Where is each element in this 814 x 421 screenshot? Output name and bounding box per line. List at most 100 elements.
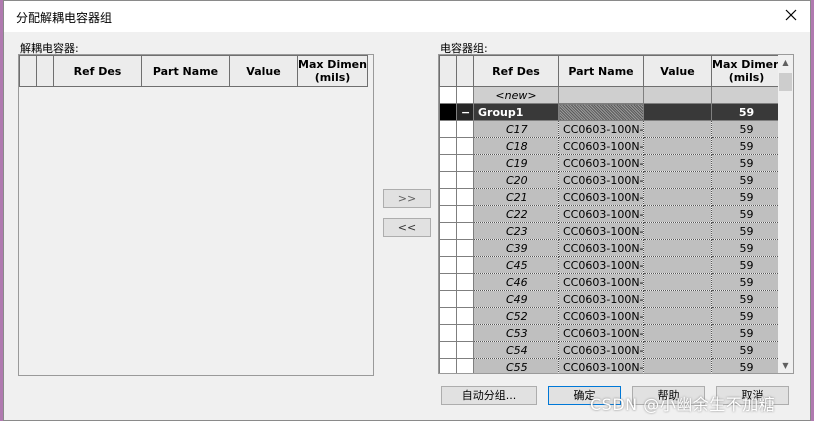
value-cell[interactable] — [643, 205, 712, 223]
scroll-down-icon[interactable]: ▼ — [780, 360, 791, 371]
ref-des-cell[interactable]: C53 — [473, 324, 559, 342]
table-row[interactable]: C55CC0603-100N-M 59 — [439, 358, 782, 373]
value-cell[interactable] — [643, 137, 712, 155]
part-name-cell[interactable]: CC0603-100N-M — [558, 188, 644, 206]
value-cell[interactable] — [643, 307, 712, 325]
max-dimen-cell[interactable]: 59 — [711, 358, 782, 373]
row-selector[interactable] — [439, 341, 457, 359]
table-row[interactable]: C17CC0603-100N-M 59 — [439, 120, 782, 138]
value-cell[interactable] — [643, 358, 712, 373]
part-name-cell[interactable]: CC0603-100N-M — [558, 307, 644, 325]
table-row[interactable]: C18CC0603-100N-M 59 — [439, 137, 782, 155]
row-selector[interactable] — [439, 273, 457, 291]
max-dimen-cell[interactable]: 59 — [711, 154, 782, 172]
value-cell[interactable] — [643, 120, 712, 138]
row-selector[interactable] — [439, 239, 457, 257]
row-selector[interactable] — [439, 358, 457, 373]
ref-des-cell[interactable]: C18 — [473, 137, 559, 155]
value-cell[interactable] — [643, 171, 712, 189]
part-name-cell[interactable]: CC0603-100N-M — [558, 290, 644, 308]
collapse-toggle[interactable]: − — [456, 103, 474, 121]
scroll-thumb[interactable] — [779, 73, 792, 91]
ref-des-cell[interactable]: C49 — [473, 290, 559, 308]
table-row[interactable]: C39CC0603-100N-M 59 — [439, 239, 782, 257]
value-cell[interactable] — [643, 154, 712, 172]
group-name[interactable]: Group1 — [473, 103, 559, 121]
table-row[interactable]: C21CC0603-100N-M 59 — [439, 188, 782, 206]
value-cell[interactable] — [643, 341, 712, 359]
value-cell[interactable] — [643, 222, 712, 240]
table-row[interactable]: C53CC0603-100N-M 59 — [439, 324, 782, 342]
col-value[interactable]: Value — [643, 55, 712, 87]
col-max-dimen[interactable]: Max Dimen (mils) — [297, 55, 368, 87]
max-dimen-cell[interactable]: 59 — [711, 239, 782, 257]
ref-des-cell[interactable]: C22 — [473, 205, 559, 223]
value-cell[interactable] — [643, 324, 712, 342]
part-name-cell[interactable]: CC0603-100N-M — [558, 273, 644, 291]
value-cell[interactable] — [643, 290, 712, 308]
table-row[interactable]: C22CC0603-100N-M 59 — [439, 205, 782, 223]
row-selector[interactable] — [439, 137, 457, 155]
capacitor-groups-grid[interactable]: Ref Des Part Name Value Max Dimen (mils)… — [438, 54, 794, 374]
new-row-label[interactable]: <new> — [473, 86, 559, 104]
max-dimen-cell[interactable]: 59 — [711, 137, 782, 155]
max-dimen-cell[interactable]: 59 — [711, 188, 782, 206]
max-dimen-cell[interactable]: 59 — [711, 205, 782, 223]
ref-des-cell[interactable]: C54 — [473, 341, 559, 359]
max-dimen-cell[interactable]: 59 — [711, 273, 782, 291]
col-part-name[interactable]: Part Name — [558, 55, 644, 87]
row-selector[interactable] — [439, 86, 457, 104]
part-name-cell[interactable]: CC0603-100N-M — [558, 256, 644, 274]
col-value[interactable]: Value — [229, 55, 298, 87]
row-selector[interactable] — [439, 154, 457, 172]
row-selector[interactable] — [439, 222, 457, 240]
max-dimen-cell[interactable]: 59 — [711, 256, 782, 274]
table-row[interactable]: C23CC0603-100N-M 59 — [439, 222, 782, 240]
close-icon[interactable] — [782, 6, 800, 24]
vertical-scrollbar[interactable]: ▲ ▼ — [778, 55, 793, 373]
max-dimen-cell[interactable]: 59 — [711, 307, 782, 325]
remove-from-group-button[interactable]: << — [383, 218, 431, 237]
col-max-dimen[interactable]: Max Dimen (mils) — [711, 55, 782, 87]
col-part-name[interactable]: Part Name — [141, 55, 230, 87]
scroll-up-icon[interactable]: ▲ — [780, 57, 791, 68]
row-selector[interactable] — [439, 205, 457, 223]
row-selector[interactable] — [439, 171, 457, 189]
max-dimen-cell[interactable]: 59 — [711, 120, 782, 138]
value-cell[interactable] — [643, 239, 712, 257]
ref-des-cell[interactable]: C52 — [473, 307, 559, 325]
ref-des-cell[interactable]: C19 — [473, 154, 559, 172]
max-dimen-cell[interactable]: 59 — [711, 171, 782, 189]
part-name-cell[interactable]: CC0603-100N-M — [558, 358, 644, 373]
table-row[interactable]: C52CC0603-100N-M 59 — [439, 307, 782, 325]
table-row[interactable]: C45CC0603-100N-M 59 — [439, 256, 782, 274]
table-row[interactable]: C46CC0603-100N-M 59 — [439, 273, 782, 291]
col-ref-des[interactable]: Ref Des — [473, 55, 559, 87]
part-name-cell[interactable]: CC0603-100N-M — [558, 324, 644, 342]
ref-des-cell[interactable]: C23 — [473, 222, 559, 240]
table-row[interactable]: C19CC0603-100N-M 59 — [439, 154, 782, 172]
max-dimen-cell[interactable]: 59 — [711, 324, 782, 342]
row-selector[interactable] — [439, 120, 457, 138]
table-row[interactable]: C20CC0603-100N-M 59 — [439, 171, 782, 189]
ref-des-cell[interactable]: C45 — [473, 256, 559, 274]
col-ref-des[interactable]: Ref Des — [53, 55, 142, 87]
group-row[interactable]: − Group1 59 — [439, 103, 782, 121]
ref-des-cell[interactable]: C20 — [473, 171, 559, 189]
auto-group-button[interactable]: 自动分组... — [441, 386, 537, 405]
part-name-cell[interactable]: CC0603-100N-M — [558, 154, 644, 172]
row-selector[interactable] — [439, 103, 457, 121]
row-selector[interactable] — [439, 324, 457, 342]
row-selector[interactable] — [439, 290, 457, 308]
ref-des-cell[interactable]: C46 — [473, 273, 559, 291]
part-name-cell[interactable]: CC0603-100N-M — [558, 137, 644, 155]
max-dimen-cell[interactable]: 59 — [711, 222, 782, 240]
part-name-cell[interactable]: CC0603-100N-M — [558, 205, 644, 223]
part-name-cell[interactable]: CC0603-100N-M — [558, 120, 644, 138]
part-name-cell[interactable]: CC0603-100N-J — [558, 341, 644, 359]
part-name-cell[interactable]: CC0603-100N-M — [558, 239, 644, 257]
max-dimen-cell[interactable]: 59 — [711, 290, 782, 308]
table-row[interactable]: C49CC0603-100N-M 59 — [439, 290, 782, 308]
decoupling-caps-grid[interactable]: Ref Des Part Name Value Max Dimen (mils) — [18, 54, 374, 376]
ref-des-cell[interactable]: C21 — [473, 188, 559, 206]
